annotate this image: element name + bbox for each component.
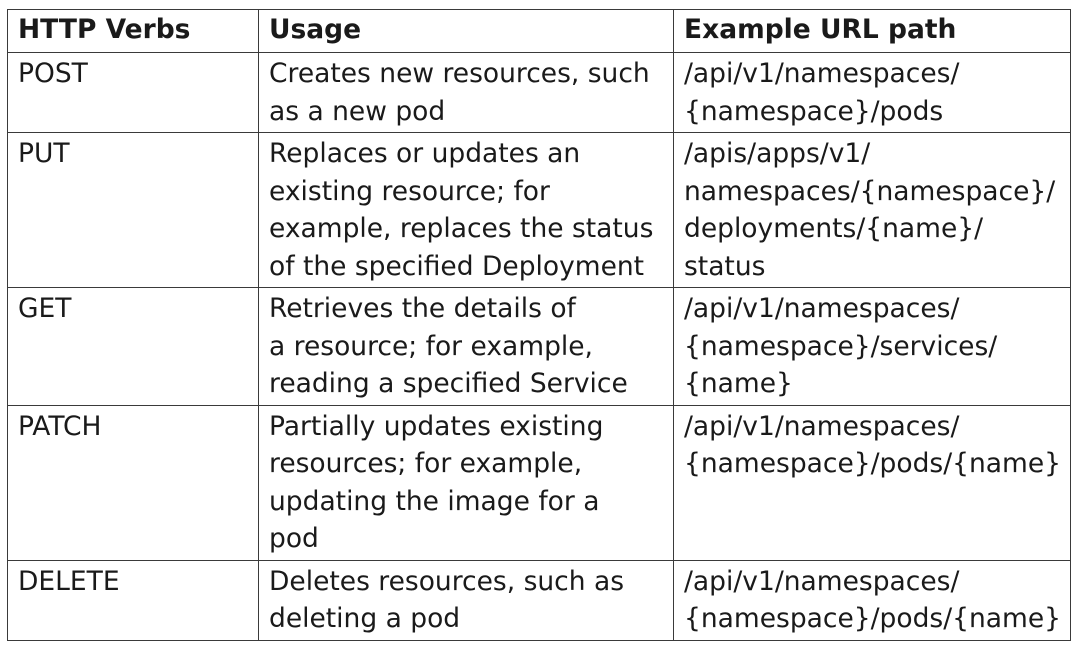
usage-cell: Retrieves the details of a resource; for… <box>258 287 674 406</box>
header-usage: Usage <box>258 9 674 53</box>
header-http-verbs: HTTP Verbs <box>7 9 259 53</box>
verb-cell: PUT <box>7 132 259 288</box>
header-example-url-path: Example URL path <box>673 9 1071 53</box>
table-header-row: HTTP Verbs Usage Example URL path <box>7 9 1071 53</box>
verb-cell: GET <box>7 287 259 406</box>
usage-cell: Creates new resources, such as a new pod <box>258 52 674 133</box>
table-row: GET Retrieves the details of a resource;… <box>7 287 1071 406</box>
verb-cell: DELETE <box>7 559 259 641</box>
table-row: DELETE Deletes resources, such as deleti… <box>7 559 1071 641</box>
url-path-cell: /apis/apps/v1/ namespaces/{namespace}/ d… <box>673 132 1071 288</box>
verb-cell: POST <box>7 52 259 133</box>
url-path-cell: /api/v1/namespaces/ {namespace}/pods/{na… <box>673 559 1071 641</box>
usage-cell: Deletes resources, such as deleting a po… <box>258 559 674 641</box>
url-path-cell: /api/v1/namespaces/ {namespace}/pods/{na… <box>673 404 1071 561</box>
usage-cell: Replaces or updates an existing resource… <box>258 132 674 288</box>
table-row: PATCH Partially updates existing resourc… <box>7 404 1071 561</box>
http-verbs-table: HTTP Verbs Usage Example URL path POST C… <box>7 9 1071 641</box>
verb-cell: PATCH <box>7 404 259 561</box>
table-row: PUT Replaces or updates an existing reso… <box>7 132 1071 288</box>
url-path-cell: /api/v1/namespaces/ {namespace}/services… <box>673 287 1071 406</box>
url-path-cell: /api/v1/namespaces/ {namespace}/pods <box>673 52 1071 133</box>
table-row: POST Creates new resources, such as a ne… <box>7 52 1071 133</box>
http-verbs-table-container: HTTP Verbs Usage Example URL path POST C… <box>7 9 1071 641</box>
usage-cell: Partially updates existing resources; fo… <box>258 404 674 561</box>
